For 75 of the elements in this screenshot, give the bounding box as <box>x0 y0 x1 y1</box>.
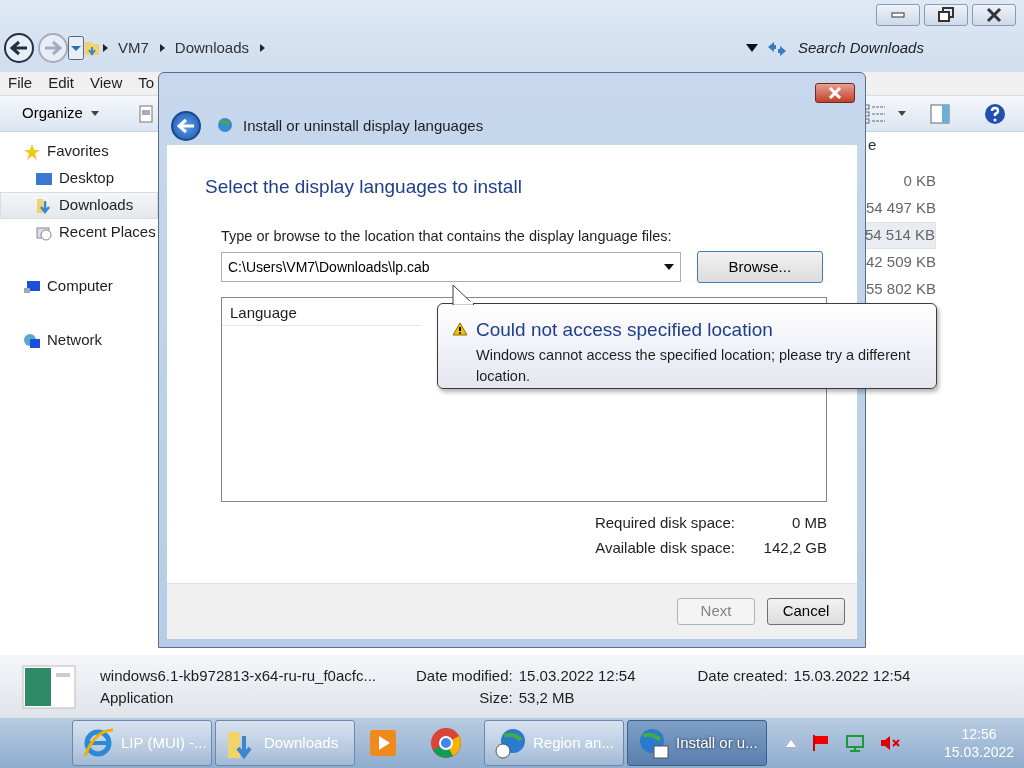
file-name: windows6.1-kb972813-x64-ru-ru_f0acfc... <box>100 665 377 686</box>
size-cell[interactable]: 54 514 KB <box>864 222 936 249</box>
disk-label: Available disk space: <box>594 537 735 558</box>
path-field[interactable]: C:\Users\VM7\Downloads\lp.cab <box>228 256 664 278</box>
disk-value: 142,2 GB <box>762 537 827 558</box>
file-type: Application <box>100 688 175 708</box>
prompt-text: Type or browse to the location that contains the display language files: <box>221 226 673 246</box>
chevron-icon <box>100 43 110 53</box>
restore-button[interactable] <box>924 4 968 26</box>
preview-pane-icon[interactable] <box>930 103 950 124</box>
column-header[interactable]: Language <box>222 298 422 327</box>
dialog-title: Install or uninstall display languages <box>243 115 484 136</box>
menu-item[interactable]: Edit <box>48 72 75 95</box>
close-icon <box>828 87 842 99</box>
close-icon <box>984 6 1004 24</box>
caret-icon <box>90 111 99 116</box>
back-arrow-icon <box>10 40 28 56</box>
nav-item[interactable]: Recent Places <box>0 219 158 246</box>
field-label: Date modified: <box>416 665 513 686</box>
globe-icon <box>493 726 527 760</box>
path-combobox[interactable]: C:\Users\VM7\Downloads\lp.cab <box>221 252 681 283</box>
breadcrumb-item[interactable]: Downloads <box>166 36 258 60</box>
document-icon[interactable] <box>138 104 153 123</box>
application-icon <box>22 665 76 709</box>
menu-item[interactable]: View <box>90 72 123 95</box>
size-cell[interactable]: 55 802 KB <box>864 276 936 303</box>
organize-button[interactable]: Organize <box>16 101 105 126</box>
field-value: 15.03.2022 12:54 <box>793 666 911 686</box>
nav-item[interactable]: Downloads <box>0 192 158 219</box>
dialog-heading: Select the display languages to install <box>205 175 523 199</box>
menu-item[interactable]: File <box>8 72 33 95</box>
network-icon[interactable] <box>846 734 864 752</box>
help-icon[interactable] <box>984 102 1006 125</box>
nav-item[interactable]: Network <box>0 327 158 354</box>
cancel-button[interactable]: Cancel <box>767 598 845 625</box>
balloon-text: Windows cannot access the specified location; please try a different location. <box>476 345 912 387</box>
forward-arrow-icon <box>44 40 62 56</box>
back-arrow-icon <box>177 118 195 134</box>
folder-icon <box>84 39 100 57</box>
network-icon <box>23 331 41 350</box>
caret-icon <box>898 111 906 116</box>
balloon-title: Could not access specified location <box>476 318 774 342</box>
dropdown-icon[interactable] <box>746 44 758 52</box>
breadcrumb-item[interactable]: VM7 <box>110 36 157 60</box>
field-label: Size: <box>478 688 513 708</box>
flag-icon[interactable] <box>812 734 830 752</box>
dropdown-icon[interactable] <box>663 264 674 271</box>
size-cell[interactable]: 54 497 KB <box>864 195 936 222</box>
search-field[interactable]: Search Downloads <box>796 35 1016 61</box>
nav-item[interactable]: Desktop <box>0 165 158 192</box>
field-value: 15.03.2022 12:54 <box>518 665 636 686</box>
nav-item[interactable]: Computer <box>0 273 158 300</box>
disk-label: Required disk space: <box>594 513 735 534</box>
size-cell[interactable]: 42 509 KB <box>864 249 936 276</box>
muted-speaker-icon[interactable] <box>880 735 900 751</box>
column-header[interactable]: e <box>868 136 877 153</box>
folder-icon <box>35 196 53 215</box>
restore-icon <box>936 6 956 24</box>
warning-icon <box>452 322 468 336</box>
close-button[interactable] <box>972 4 1016 26</box>
nav-item[interactable]: Favorites <box>0 138 158 165</box>
close-button[interactable] <box>815 83 855 103</box>
menu-item[interactable]: To <box>138 72 155 95</box>
browser-icon <box>429 726 463 760</box>
star-icon <box>23 142 41 161</box>
field-value: 53,2 MB <box>518 688 576 708</box>
browse-button[interactable]: Browse... <box>696 251 823 284</box>
size-cell[interactable]: 0 KB <box>864 168 936 195</box>
up-arrow-icon[interactable] <box>786 739 796 747</box>
back-button[interactable] <box>171 111 201 141</box>
view-list-icon[interactable] <box>864 102 886 125</box>
disk-value: 0 MB <box>791 513 827 534</box>
field-label: Date created: <box>697 666 788 686</box>
globe-icon <box>217 117 235 135</box>
back-button[interactable] <box>4 33 34 63</box>
